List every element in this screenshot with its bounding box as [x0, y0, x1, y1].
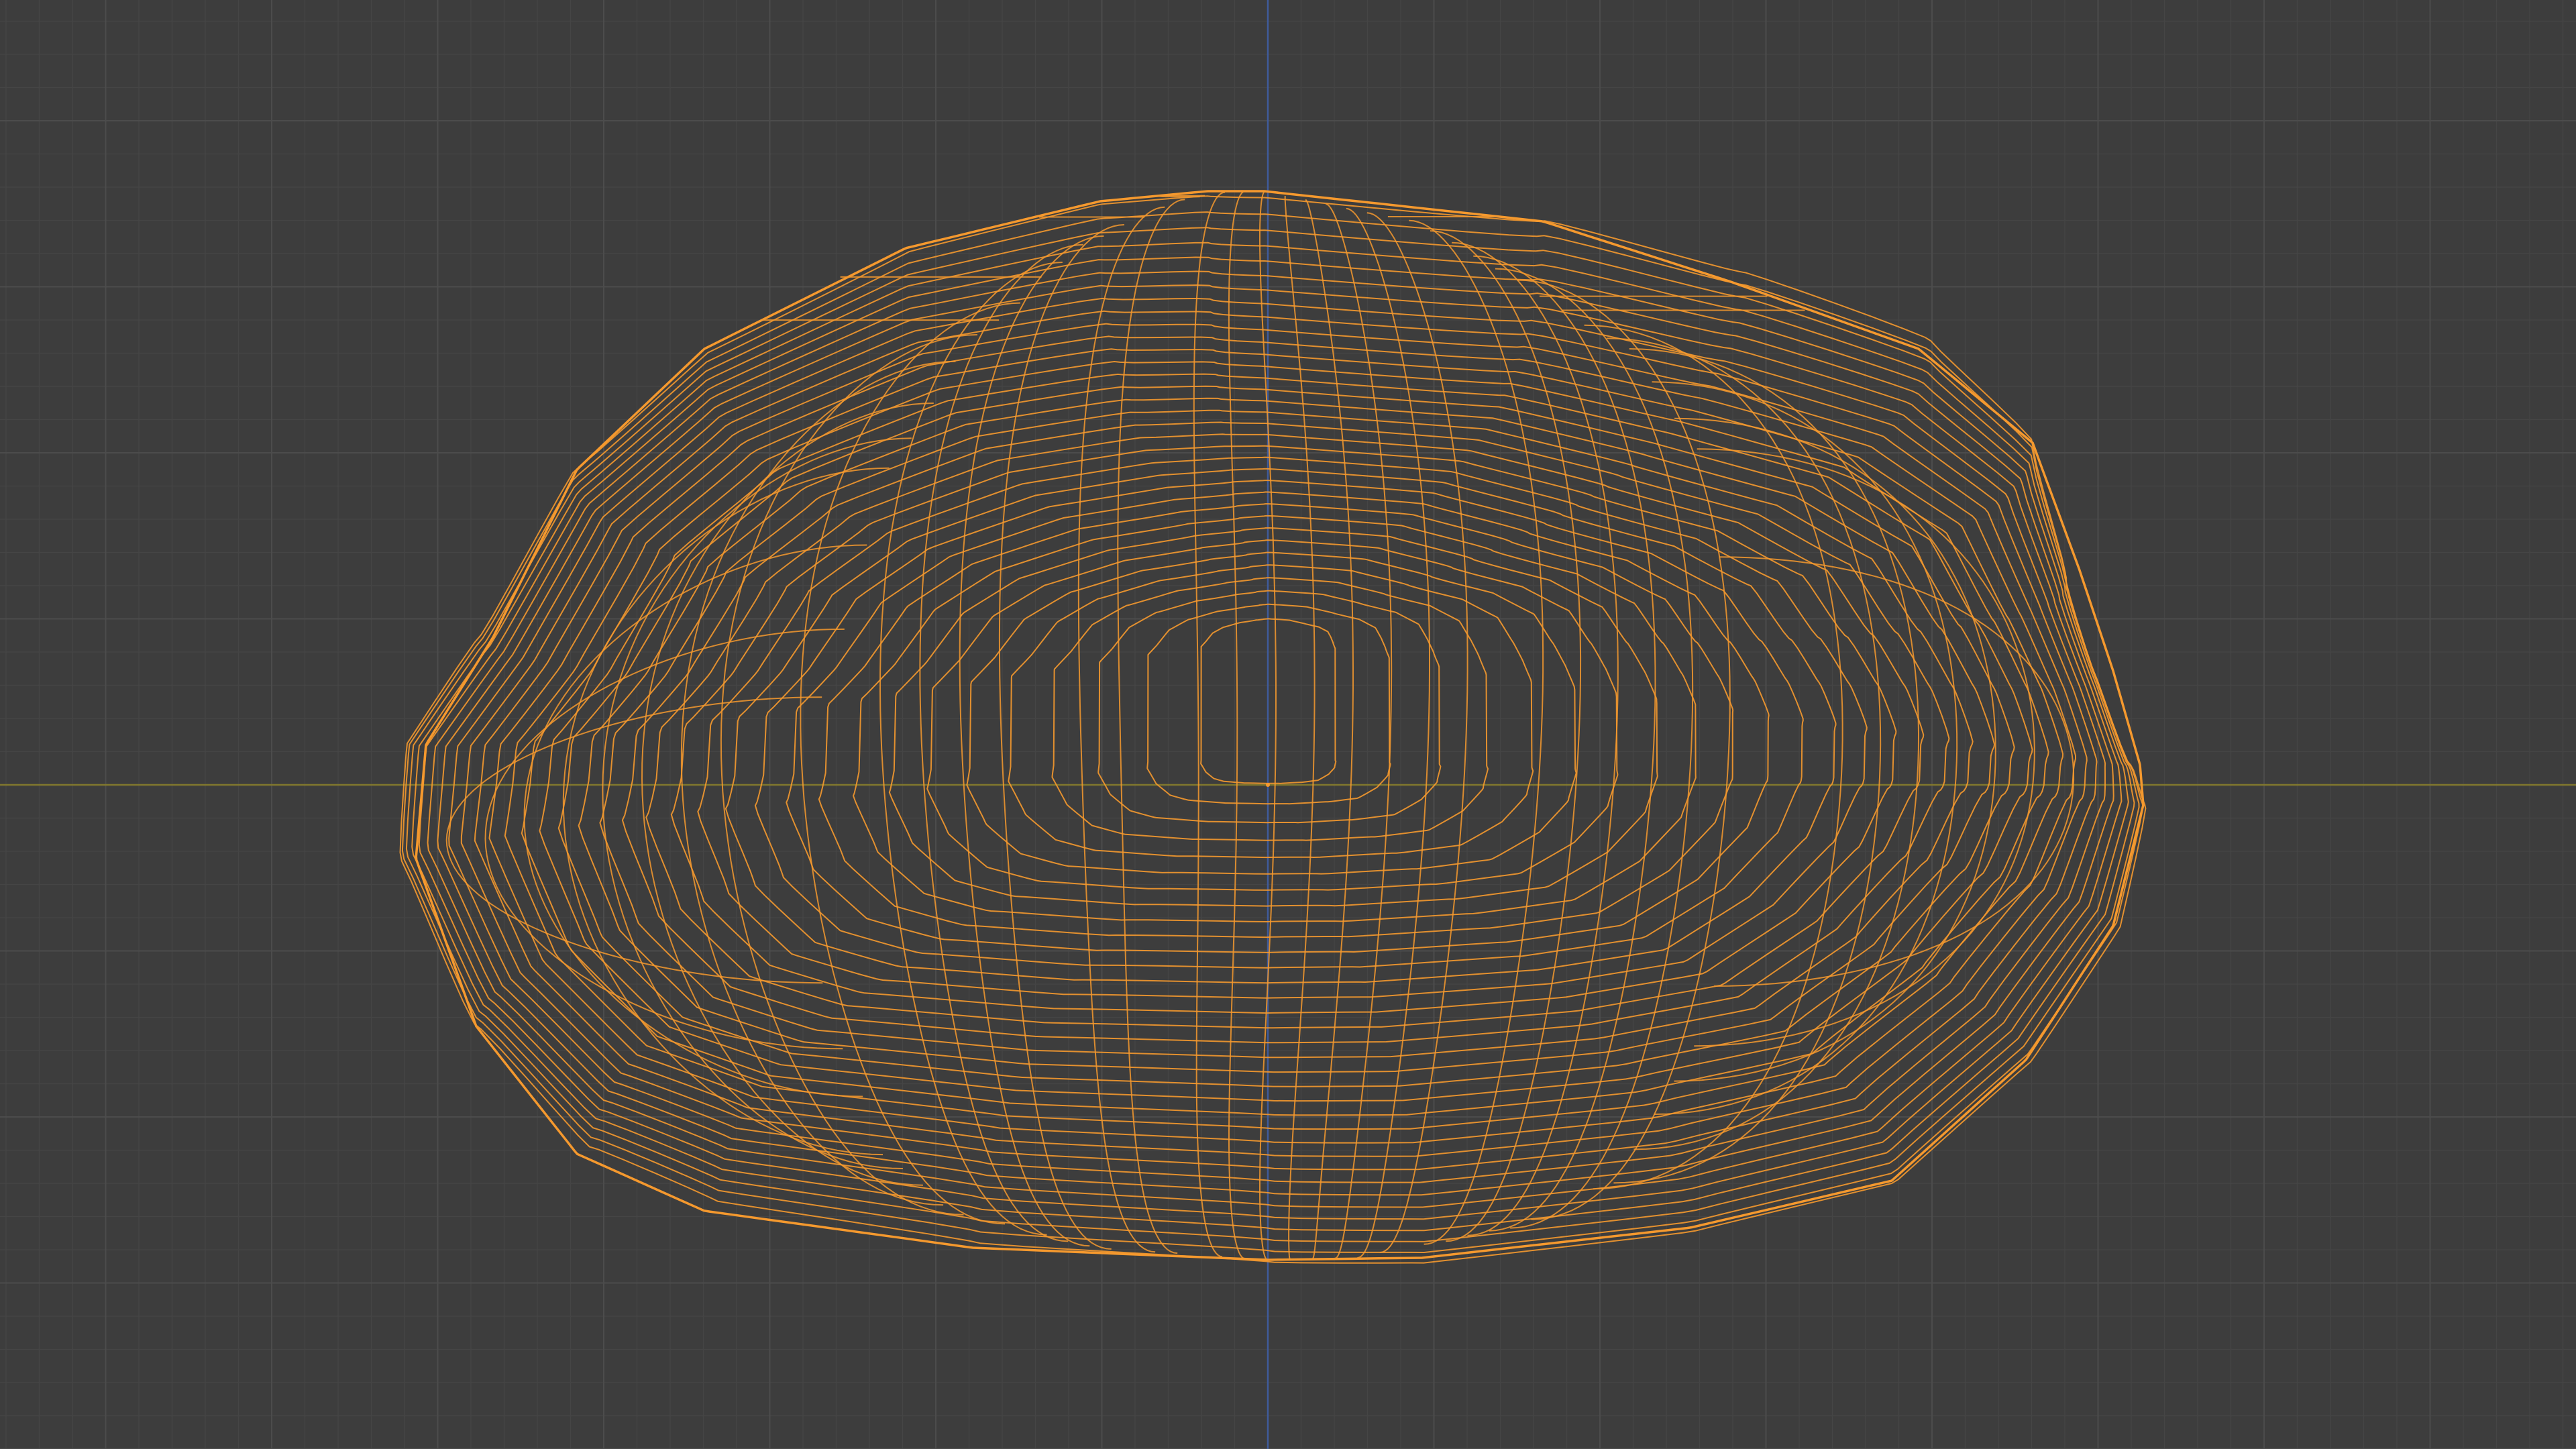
3d-viewport[interactable] — [0, 0, 2576, 1449]
object-origin-dot — [1266, 783, 1270, 787]
viewport-background — [0, 0, 2576, 1449]
viewport-canvas[interactable] — [0, 0, 2576, 1449]
